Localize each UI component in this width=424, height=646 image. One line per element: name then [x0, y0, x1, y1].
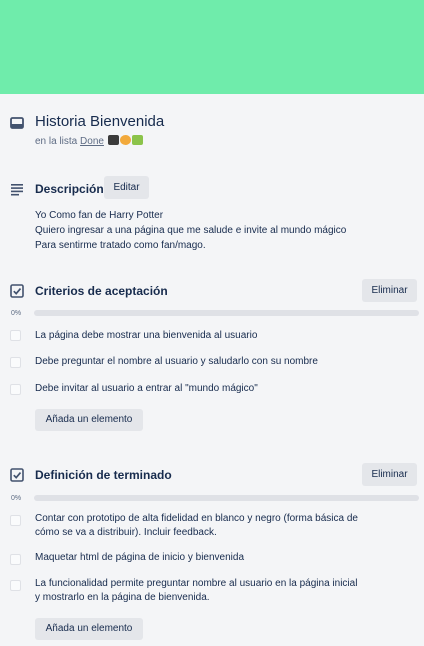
checklist-item-checkbox[interactable] [10, 357, 21, 368]
checklist-title[interactable]: Criterios de aceptación [35, 284, 168, 298]
delete-checklist-button[interactable]: Eliminar [362, 279, 417, 302]
card-icon [9, 115, 25, 131]
checklist-item-checkbox[interactable] [10, 554, 21, 565]
delete-checklist-button[interactable]: Eliminar [362, 463, 417, 486]
checklist-icon [9, 467, 25, 483]
checklist-item[interactable]: Maquetar html de página de inicio y bien… [35, 551, 365, 565]
broom-emoji-icon [107, 135, 119, 145]
list-link[interactable]: Done [80, 136, 104, 147]
description-line: Quiero ingresar a una página que me salu… [35, 225, 347, 236]
card-detail-panel: Historia Bienvenida en la lista Done Des… [0, 94, 424, 646]
description-line: Para sentirme tratado como fan/mago. [35, 240, 206, 251]
checklist-progress-bar [34, 495, 419, 501]
checklist-progress-bar [34, 310, 419, 316]
checklist-item[interactable]: Debe invitar al usuario a entrar al "mun… [35, 382, 365, 396]
checklist-item-checkbox[interactable] [10, 384, 21, 395]
checklist-item-checkbox[interactable] [10, 330, 21, 341]
edit-description-button[interactable]: Editar [104, 176, 149, 199]
checklist-title[interactable]: Definición de terminado [35, 468, 172, 482]
checklist-item[interactable]: La página debe mostrar una bienvenida al… [35, 329, 365, 343]
description-line: Yo Como fan de Harry Potter [35, 210, 164, 221]
checklist-item[interactable]: La funcionalidad permite preguntar nombr… [35, 577, 365, 605]
description-heading: Descripción [35, 182, 104, 196]
card-cover [0, 0, 424, 94]
checklist-item[interactable]: Contar con prototipo de alta fidelidad e… [35, 512, 365, 540]
checklist-icon [9, 283, 25, 299]
checklist-progress-percent: 0% [11, 495, 22, 502]
checklist-item[interactable]: Debe preguntar el nombre al usuario y sa… [35, 355, 365, 369]
checklist-item-checkbox[interactable] [10, 515, 21, 526]
description-text[interactable]: Yo Como fan de Harry Potter Quiero ingre… [35, 208, 415, 253]
card-list-info: en la lista Done [35, 135, 143, 147]
checklist-progress-percent: 0% [11, 310, 22, 317]
card-title[interactable]: Historia Bienvenida [35, 113, 164, 130]
clap-emoji-icon [119, 135, 131, 145]
checklist-item-checkbox[interactable] [10, 580, 21, 591]
list-prefix: en la lista [35, 136, 78, 147]
add-item-button[interactable]: Añada un elemento [35, 409, 143, 431]
description-icon [9, 181, 25, 197]
sparkle-emoji-icon [131, 135, 143, 145]
add-item-button[interactable]: Añada un elemento [35, 618, 143, 640]
